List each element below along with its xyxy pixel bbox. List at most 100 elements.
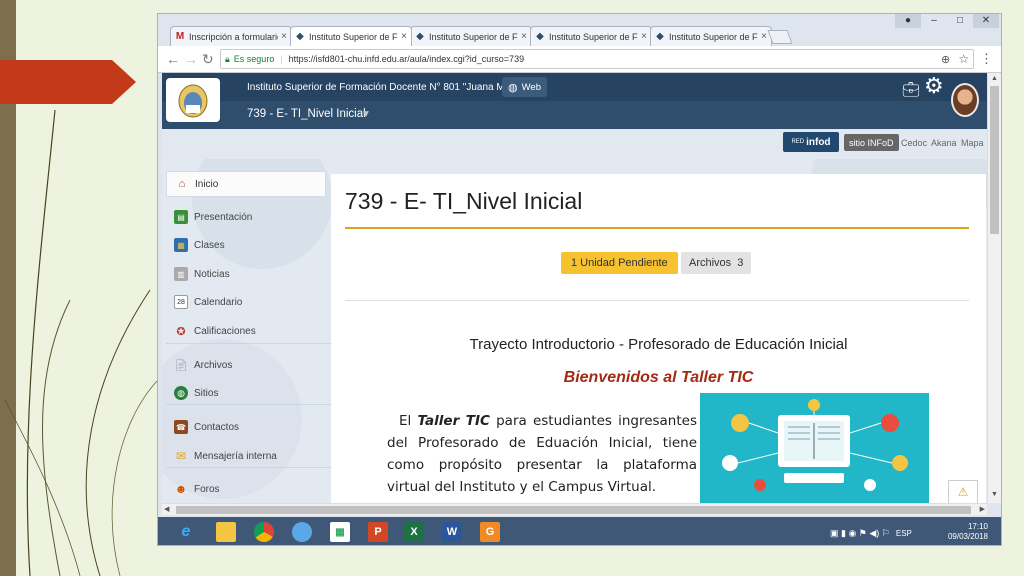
vertical-scroll-thumb[interactable] [990,86,999,234]
word-icon[interactable]: W [436,519,468,545]
sidebar-item-label: Noticias [194,268,230,280]
app-icon[interactable] [286,519,318,545]
files-button[interactable]: Archivos 3 [681,252,752,274]
chevron-down-icon[interactable]: ▼ [361,109,371,120]
maximize-button[interactable]: □ [947,14,973,28]
tray-icons[interactable]: ▣ ▮ ◉ ⚑ ◀) ⚐ [830,528,890,539]
sidebar-item-calificaciones[interactable]: ✪ Calificaciones [166,318,326,344]
zoom-icon[interactable]: ⊕ [941,53,950,66]
gear-icon[interactable]: ⚙ [924,75,944,97]
minimize-button[interactable]: – [921,14,947,28]
forward-arrow-icon[interactable]: → [184,51,198,67]
system-tray: ▣ ▮ ◉ ⚑ ◀) ⚐ ESP [830,523,918,543]
welcome-title: Bienvenidos al Taller TIC [563,369,754,386]
tab-instituto-3[interactable]: ◆ Instituto Superior de Forr × [530,26,652,46]
mapa-link[interactable]: Mapa [961,138,984,148]
institute-name: Instituto Superior de Formación Docente … [247,82,530,93]
powerpoint-icon[interactable]: P [362,519,394,545]
sidebar-item-label: Archivos [194,359,233,371]
close-icon[interactable]: × [761,31,767,42]
reload-icon[interactable]: ↻ [202,51,214,67]
user-icon[interactable]: ● [895,14,921,28]
secure-label: Es seguro [233,54,275,64]
sidebar-item-label: Contactos [194,421,240,433]
horizontal-scroll-thumb[interactable] [176,506,971,514]
clock-time: 17:10 [967,522,988,531]
url-text[interactable]: https://isfd801-chu.infd.edu.ar/aula/ind… [289,54,941,64]
sidebar-item-sitios[interactable]: ◍ Sitios [166,380,326,406]
sidebar-item-presentacion[interactable]: ▤ Presentación [166,204,326,230]
files-button-label: Archivos [689,257,732,269]
sidebar-item-contactos[interactable]: ☎ Contactos [166,414,326,440]
sidebar-item-label: Presentación [194,211,253,223]
heading-divider [345,227,969,229]
tab-gmail[interactable]: M Inscripción a formulario × [170,26,292,46]
close-icon[interactable]: × [401,31,407,42]
classes-icon: ▦ [174,238,188,252]
sidebar-item-clases[interactable]: ▦ Clases [166,232,326,258]
app-orange-icon[interactable]: G [474,519,506,545]
ie-icon[interactable]: e [170,519,202,545]
sitio-infod-button[interactable]: sitio INFoD [844,134,899,151]
chrome-icon[interactable] [248,519,280,545]
close-icon[interactable]: × [521,31,527,42]
lock-icon: 🔒︎ [225,53,230,64]
sidebar-separator [166,404,331,405]
briefcase-icon[interactable]: 💼︎ [902,81,920,98]
slide-arrow-decoration [0,60,136,104]
kebab-menu-icon[interactable]: ⋮ [980,52,993,66]
sidebar-item-label: Calificaciones [194,325,256,337]
globe-icon: ◍ [508,81,518,94]
avatar[interactable] [951,83,979,117]
grid-icon[interactable]: ▦ [324,519,356,545]
site-icon: ◆ [416,30,424,42]
cedoc-link[interactable]: Cedoc [901,138,927,148]
new-tab-button[interactable] [767,30,793,44]
url-separator: | [280,54,283,64]
clock[interactable]: 17:10 09/03/2018 [944,522,988,542]
vertical-scrollbar[interactable]: ▲ ▼ [987,73,1001,503]
scroll-up-arrow-icon[interactable]: ▲ [991,75,998,82]
web-link-label: Web [521,81,541,93]
window-controls: ● – □ ✕ [895,14,999,28]
sidebar-item-label: Sitios [194,387,219,399]
coat-of-arms-icon [178,84,208,118]
scroll-left-arrow-icon[interactable]: ◀ [164,504,169,516]
explorer-icon[interactable] [210,519,242,545]
scroll-right-arrow-icon[interactable]: ▶ [980,504,985,516]
close-window-button[interactable]: ✕ [973,14,999,28]
tab-instituto-2[interactable]: ◆ Instituto Superior de Forr × [410,26,532,46]
star-icon[interactable]: ☆ [958,52,969,66]
pending-units-button[interactable]: 1 Unidad Pendiente [561,252,678,274]
sidebar-item-calendario[interactable]: 28 Calendario [166,289,326,315]
tab-instituto-4[interactable]: ◆ Instituto Superior de Forr × [650,26,772,46]
institute-logo[interactable] [166,78,220,122]
address-bar[interactable]: 🔒︎ Es seguro | https://isfd801-chu.infd.… [220,49,974,69]
language-indicator[interactable]: ESP [896,529,912,538]
red-infod-small: RED [791,139,805,145]
sidebar-item-inicio[interactable]: ⌂ Inicio [166,171,326,197]
red-infod-button[interactable]: RED infod [783,132,839,152]
clock-date: 09/03/2018 [947,532,988,541]
horizontal-scrollbar[interactable]: ◀ ▶ [162,503,987,515]
sidebar-item-mensajeria[interactable]: ✉ Mensajería interna [166,443,326,469]
back-arrow-icon[interactable]: ← [166,51,180,67]
scroll-down-arrow-icon[interactable]: ▼ [991,491,998,498]
close-icon[interactable]: × [641,31,647,42]
gmail-icon: M [175,30,185,42]
tab-title: Instituto Superior de Forr [669,31,758,42]
close-icon[interactable]: × [281,31,287,42]
sidebar-item-archivos[interactable]: 📄︎ Archivos [166,352,326,378]
tab-instituto-active[interactable]: ◆ Instituto Superior de Forr × [290,26,412,46]
site-icon: ◆ [296,30,304,42]
calendar-icon: 28 [174,295,188,309]
akana-link[interactable]: Akana [931,138,957,148]
excel-icon[interactable]: X [398,519,430,545]
book-computer-illustration [722,399,908,491]
sidebar-item-noticias[interactable]: ▥ Noticias [166,261,326,287]
web-link[interactable]: ◍ Web [502,77,547,97]
trayecto-title: Trayecto Introductorio - Profesorado de … [469,336,848,353]
course-title-nav[interactable]: 739 - E- TI_Nivel Inicial [247,108,366,120]
warning-icon[interactable]: ⚠ [948,480,978,503]
sidebar-item-foros[interactable]: ☻ Foros [166,476,326,502]
